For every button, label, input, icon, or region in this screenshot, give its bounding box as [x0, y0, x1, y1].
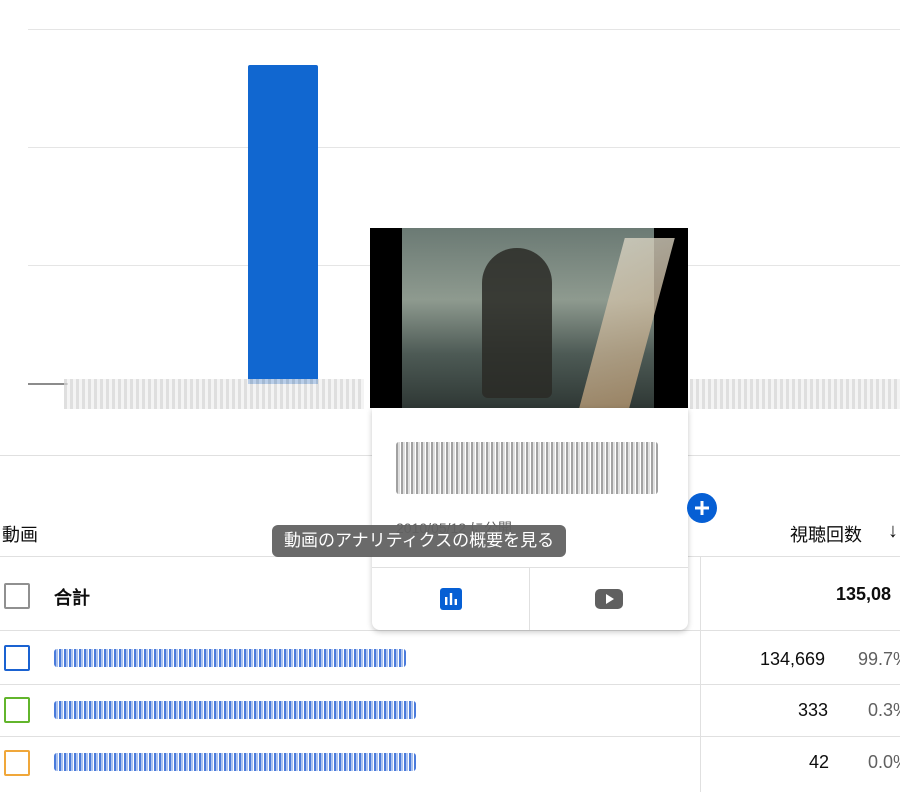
chart-baseline: [28, 383, 68, 385]
add-comparison-button[interactable]: [687, 493, 717, 523]
video-analytics-button[interactable]: [372, 568, 529, 630]
video-thumbnail[interactable]: [370, 228, 688, 408]
analytics-tooltip: 動画のアナリティクスの概要を見る: [272, 525, 567, 557]
row-checkbox[interactable]: [4, 645, 30, 671]
total-checkbox[interactable]: [4, 583, 30, 609]
blurred-x-axis-labels: [64, 379, 364, 409]
thumbnail-person: [482, 248, 552, 398]
row-views: 134,669: [760, 649, 826, 669]
blurred-x-axis-labels: [690, 379, 900, 409]
row-checkbox[interactable]: [4, 697, 30, 723]
row-divider: [0, 736, 900, 737]
arrow-down-icon[interactable]: ↓: [888, 520, 898, 543]
row-divider: [0, 630, 900, 631]
plus-icon: [695, 501, 709, 515]
column-header-video[interactable]: 動画: [2, 521, 38, 547]
row-checkbox[interactable]: [4, 750, 30, 776]
row-views: 333: [798, 700, 829, 720]
column-divider: [700, 556, 701, 792]
chart-bar: [248, 65, 318, 384]
chart-gridline: [28, 147, 900, 148]
row-percent: 99.7%: [858, 649, 900, 669]
bar-chart-icon: [439, 588, 462, 610]
column-header-views[interactable]: 視聴回数: [790, 521, 862, 547]
total-label: 合計: [54, 588, 90, 608]
youtube-play-icon: [595, 589, 623, 609]
card-video-title: [396, 442, 658, 494]
video-title-link[interactable]: [54, 701, 416, 719]
video-title-link[interactable]: [54, 649, 406, 667]
row-percent: 0.0%: [868, 752, 900, 772]
row-views: 42: [809, 752, 830, 772]
row-percent: 0.3%: [868, 700, 900, 720]
total-views: 135,08: [836, 584, 892, 604]
video-hover-card: 2010/05/12 に公開: [372, 408, 688, 630]
thumbnail-light: [579, 238, 675, 408]
row-divider: [0, 684, 900, 685]
chart-gridline: [28, 29, 900, 30]
thumbnail-scene: [402, 228, 675, 408]
video-title-link[interactable]: [54, 753, 416, 771]
watch-on-youtube-button[interactable]: [530, 568, 688, 630]
